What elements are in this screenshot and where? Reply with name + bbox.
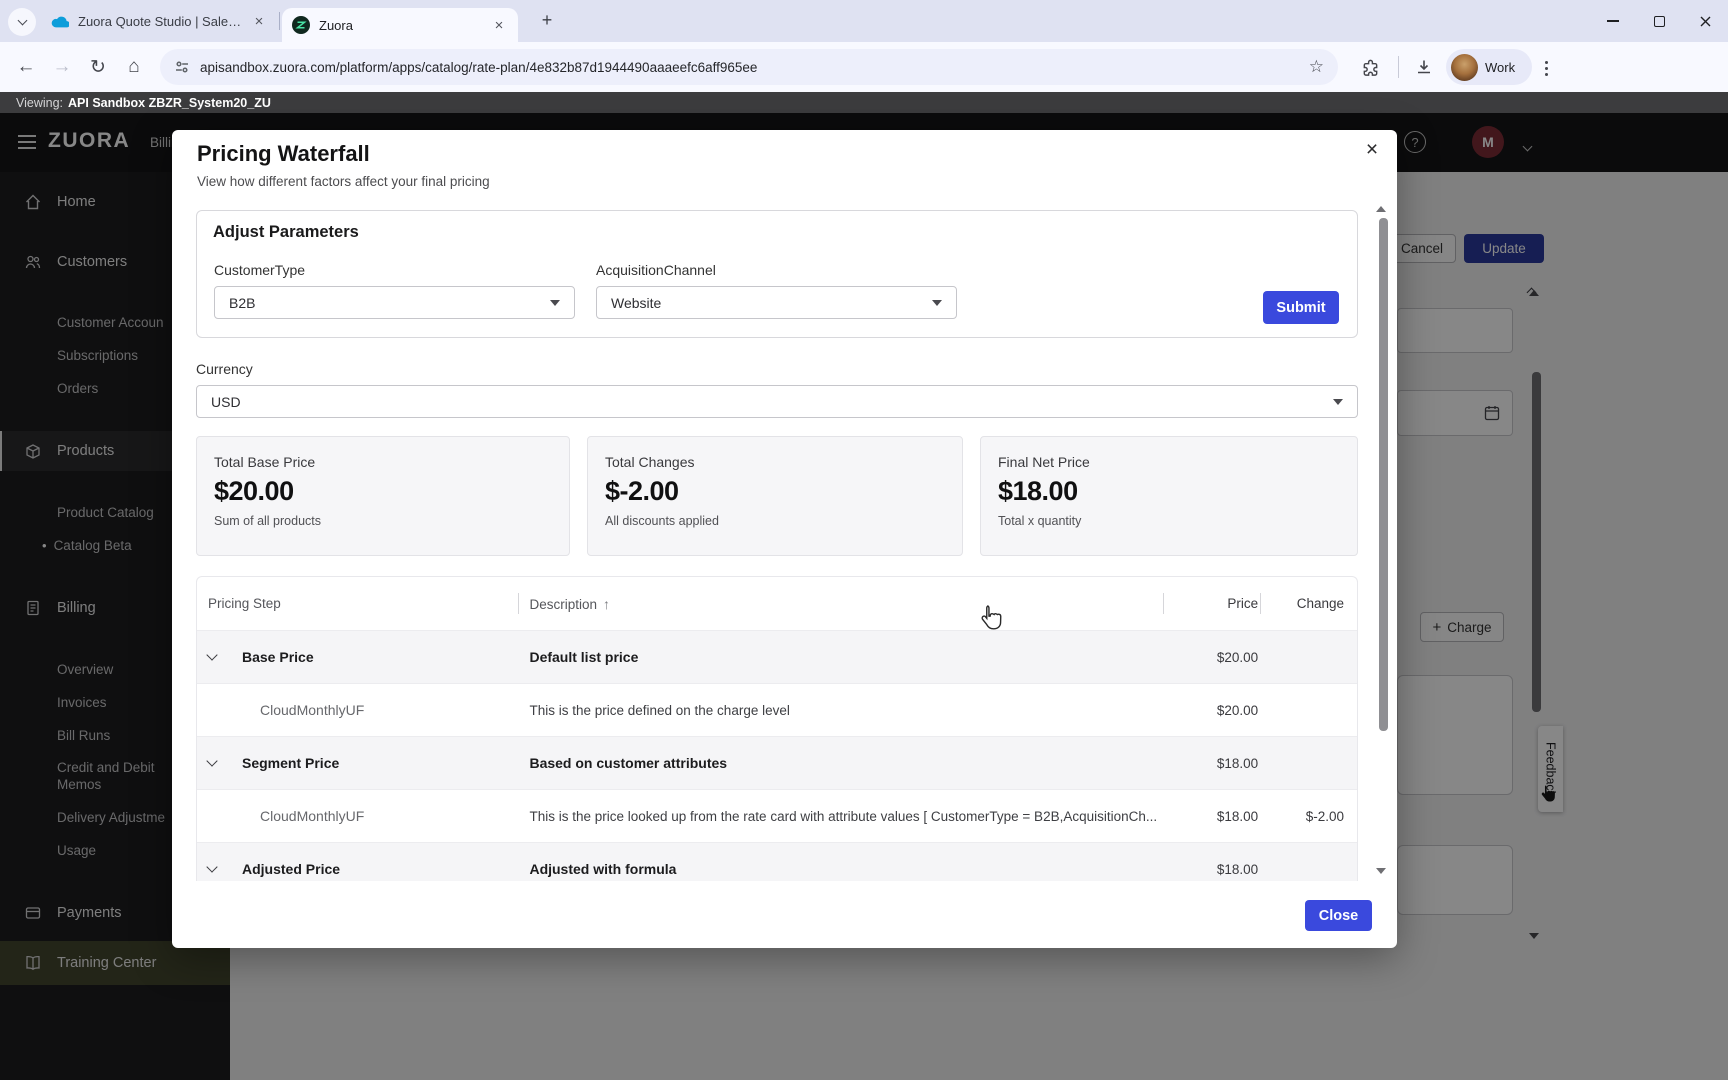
browser-tab-salesforce[interactable]: Zuora Quote Studio | Salesforce × [40, 0, 278, 42]
toolbar-divider [1398, 56, 1399, 78]
table-row-cloudmonthlyuf-base[interactable]: CloudMonthlyUF This is the price defined… [197, 683, 1357, 736]
modal-scrollbar-thumb[interactable] [1379, 218, 1388, 731]
window-close-button[interactable] [1682, 0, 1728, 42]
extensions-button[interactable] [1352, 42, 1388, 92]
stat-total-changes: Total Changes $-2.00 All discounts appli… [587, 436, 963, 556]
tab-separator [279, 12, 280, 30]
acquisition-channel-label: AcquisitionChannel [596, 262, 716, 278]
browser-toolbar: ← → ↻ ⌂ apisandbox.zuora.com/platform/ap… [0, 42, 1728, 92]
browser-tab-zuora[interactable]: Zuora × [282, 8, 518, 42]
table-row-cloudmonthlyuf-segment[interactable]: CloudMonthlyUF This is the price looked … [197, 789, 1357, 842]
stat-total-base-price: Total Base Price $20.00 Sum of all produ… [196, 436, 570, 556]
browser-tab-strip: Zuora Quote Studio | Salesforce × Zuora … [0, 0, 1728, 42]
dropdown-arrow-icon [1333, 399, 1343, 405]
modal-scroll-down-icon[interactable] [1376, 868, 1386, 874]
stat-final-net-price: Final Net Price $18.00 Total x quantity [980, 436, 1358, 556]
tab-search-button[interactable] [8, 8, 36, 36]
column-description[interactable]: Description↑ [517, 596, 1161, 612]
banner-prefix: Viewing: [16, 96, 63, 110]
banner-environment: API Sandbox ZBZR_System20_ZU [68, 96, 271, 110]
mouse-cursor [980, 604, 1002, 636]
close-icon [1699, 15, 1712, 28]
address-bar[interactable]: apisandbox.zuora.com/platform/apps/catal… [160, 49, 1338, 85]
url-text[interactable]: apisandbox.zuora.com/platform/apps/catal… [200, 60, 1309, 75]
column-divider [1260, 593, 1261, 614]
table-row-adjusted-price[interactable]: Adjusted Price Adjusted with formula $18… [197, 842, 1357, 881]
maximize-icon [1654, 16, 1665, 27]
browser-menu-button[interactable] [1545, 61, 1548, 64]
browser-profile-button[interactable]: Work [1446, 49, 1532, 85]
modal-title: Pricing Waterfall [197, 141, 370, 167]
sandbox-banner: Viewing: API Sandbox ZBZR_System20_ZU [0, 92, 1728, 113]
pricing-table-header: Pricing Step Description↑ Price Change [197, 577, 1357, 630]
new-tab-button[interactable]: + [534, 8, 560, 34]
currency-select[interactable]: USD [196, 385, 1358, 418]
tab-close-icon[interactable]: × [250, 13, 268, 30]
downloads-button[interactable] [1406, 42, 1442, 92]
site-info-icon[interactable] [174, 59, 190, 75]
pricing-waterfall-modal: × Pricing Waterfall View how different f… [172, 130, 1397, 948]
close-button[interactable]: Close [1305, 900, 1372, 931]
dropdown-arrow-icon [550, 300, 560, 306]
acquisition-channel-select[interactable]: Website [596, 286, 957, 319]
column-change[interactable]: Change [1258, 596, 1357, 611]
tab-title: Zuora [319, 18, 482, 33]
modal-scroll-up-icon[interactable] [1376, 206, 1386, 212]
window-minimize-button[interactable] [1590, 0, 1636, 42]
column-divider [518, 593, 519, 614]
column-divider [1163, 593, 1164, 614]
row-collapse-chevron-icon[interactable] [206, 755, 217, 766]
modal-subtitle: View how different factors affect your f… [197, 174, 490, 189]
tab-title: Zuora Quote Studio | Salesforce [78, 14, 242, 29]
row-collapse-chevron-icon[interactable] [206, 861, 217, 872]
reload-button[interactable]: ↻ [80, 42, 116, 92]
forward-button[interactable]: → [44, 42, 80, 92]
row-collapse-chevron-icon[interactable] [206, 649, 217, 660]
home-button[interactable]: ⌂ [116, 42, 152, 92]
modal-close-icon[interactable]: × [1358, 136, 1386, 164]
chevron-down-icon [17, 16, 27, 26]
dropdown-arrow-icon [932, 300, 942, 306]
table-row-segment-price[interactable]: Segment Price Based on customer attribut… [197, 736, 1357, 789]
window-controls [1590, 0, 1728, 42]
profile-avatar [1451, 54, 1478, 81]
customer-type-label: CustomerType [214, 262, 305, 278]
table-row-base-price[interactable]: Base Price Default list price $20.00 [197, 630, 1357, 683]
bookmark-star-icon[interactable]: ☆ [1309, 57, 1324, 77]
pricing-table: Pricing Step Description↑ Price Change B… [196, 576, 1358, 881]
screen: Zuora Quote Studio | Salesforce × Zuora … [0, 0, 1728, 1080]
column-pricing-step[interactable]: Pricing Step [197, 596, 517, 611]
submit-button[interactable]: Submit [1263, 291, 1339, 324]
zuora-favicon [292, 16, 310, 34]
minimize-icon [1607, 20, 1619, 22]
salesforce-cloud-icon [50, 14, 69, 28]
tab-close-icon[interactable]: × [490, 17, 508, 34]
download-icon [1415, 58, 1433, 76]
customer-type-select[interactable]: B2B [214, 286, 575, 319]
sort-ascending-icon: ↑ [603, 596, 610, 612]
column-price[interactable]: Price [1161, 596, 1258, 611]
window-maximize-button[interactable] [1636, 0, 1682, 42]
profile-name: Work [1485, 60, 1515, 75]
currency-label: Currency [196, 361, 253, 377]
puzzle-icon [1361, 58, 1380, 77]
back-button[interactable]: ← [8, 42, 44, 92]
adjust-parameters-heading: Adjust Parameters [213, 223, 359, 242]
